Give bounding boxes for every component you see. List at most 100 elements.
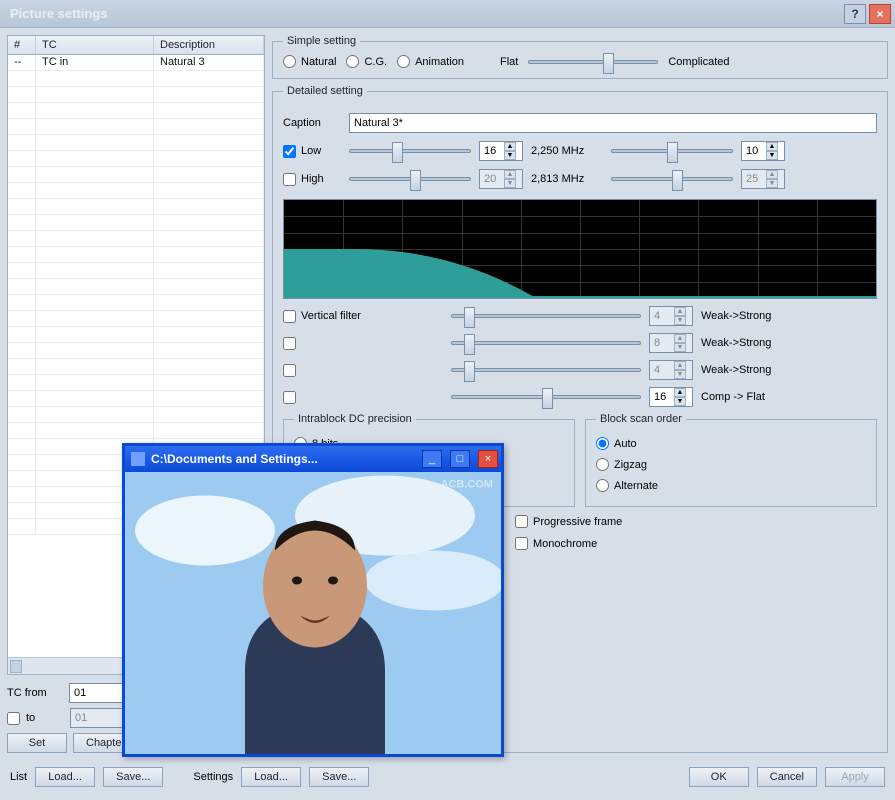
- radio-cg[interactable]: C.G.: [346, 55, 387, 68]
- apply-button: Apply: [825, 767, 885, 787]
- col-header-num[interactable]: #: [8, 36, 36, 54]
- video-preview-window[interactable]: C:\Documents and Settings... _ □ × ACB.C…: [122, 443, 504, 757]
- table-row[interactable]: [8, 391, 264, 407]
- opt-opt4-spin[interactable]: 16▲▼: [649, 387, 693, 407]
- opt-dither-checkbox[interactable]: [283, 337, 443, 350]
- radio-zigzag[interactable]: Zigzag: [596, 458, 866, 471]
- low-slider2[interactable]: [611, 149, 733, 153]
- simple-setting-group: Simple setting Natural C.G. Animation Fl…: [272, 35, 888, 79]
- table-row[interactable]: [8, 327, 264, 343]
- radio-auto[interactable]: Auto: [596, 437, 866, 450]
- opt-dither-slider[interactable]: [451, 341, 641, 345]
- opt-opt3-spin: 4▲▼: [649, 360, 693, 380]
- col-header-desc[interactable]: Description: [154, 36, 264, 54]
- low-spin1[interactable]: 16▲▼: [479, 141, 523, 161]
- table-row[interactable]: [8, 135, 264, 151]
- opt-opt4-checkbox[interactable]: [283, 391, 443, 404]
- radio-alternate[interactable]: Alternate: [596, 479, 866, 492]
- table-row[interactable]: [8, 375, 264, 391]
- list-load-button[interactable]: Load...: [35, 767, 95, 787]
- tc-from-label: TC from: [7, 687, 63, 699]
- video-maximize-button[interactable]: □: [450, 450, 470, 468]
- video-frame: ACB.COM: [125, 472, 501, 754]
- table-row[interactable]: [8, 71, 264, 87]
- window-title: Picture settings: [10, 6, 841, 21]
- video-title-bar[interactable]: C:\Documents and Settings... _ □ ×: [125, 446, 501, 472]
- radio-natural[interactable]: Natural: [283, 55, 336, 68]
- simple-legend: Simple setting: [283, 35, 360, 47]
- opt-vfilter-slider[interactable]: [451, 314, 641, 318]
- low-spin2[interactable]: 10▲▼: [741, 141, 785, 161]
- opt-opt3-desc: Weak->Strong: [701, 364, 816, 376]
- video-minimize-button[interactable]: _: [422, 450, 442, 468]
- frequency-graph: [283, 199, 877, 299]
- blockscan-group: Block scan order Auto Zigzag Alternate: [585, 413, 877, 507]
- high-slider2: [611, 177, 733, 181]
- caption-input[interactable]: [349, 113, 877, 133]
- table-row[interactable]: [8, 167, 264, 183]
- opt-vfilter-checkbox[interactable]: Vertical filter: [283, 310, 443, 323]
- table-row[interactable]: [8, 359, 264, 375]
- list-save-button[interactable]: Save...: [103, 767, 163, 787]
- high-spin2: 25▲▼: [741, 169, 785, 189]
- high-checkbox[interactable]: High: [283, 173, 341, 186]
- complicated-label: Complicated: [668, 56, 729, 68]
- ok-button[interactable]: OK: [689, 767, 749, 787]
- simple-slider[interactable]: [528, 60, 658, 64]
- high-freq: 2,813 MHz: [531, 173, 603, 185]
- table-row[interactable]: [8, 295, 264, 311]
- table-row[interactable]: [8, 311, 264, 327]
- low-slider1[interactable]: [349, 149, 471, 153]
- opt-vfilter-spin: 4▲▼: [649, 306, 693, 326]
- help-button[interactable]: ?: [844, 4, 866, 24]
- table-row[interactable]: [8, 215, 264, 231]
- settings-label: Settings: [193, 771, 233, 783]
- radio-animation[interactable]: Animation: [397, 55, 464, 68]
- high-slider1: [349, 177, 471, 181]
- progressive-checkbox[interactable]: Progressive frame: [515, 515, 622, 528]
- table-row[interactable]: [8, 407, 264, 423]
- set-button[interactable]: Set: [7, 733, 67, 753]
- close-button[interactable]: ×: [869, 4, 891, 24]
- table-row[interactable]: [8, 231, 264, 247]
- table-row[interactable]: [8, 423, 264, 439]
- flat-label: Flat: [500, 56, 518, 68]
- list-label: List: [10, 771, 27, 783]
- opt-dither-desc: Weak->Strong: [701, 337, 816, 349]
- video-window-title: C:\Documents and Settings...: [151, 452, 414, 466]
- opt-opt3-checkbox[interactable]: [283, 364, 443, 377]
- table-row[interactable]: [8, 279, 264, 295]
- tc-to-label: to: [26, 712, 64, 724]
- opt-opt4-desc: Comp -> Flat: [701, 391, 816, 403]
- table-row[interactable]: [8, 103, 264, 119]
- title-bar: Picture settings ? ×: [0, 0, 895, 28]
- settings-save-button[interactable]: Save...: [309, 767, 369, 787]
- video-close-button[interactable]: ×: [478, 450, 498, 468]
- opt-opt4-slider[interactable]: [451, 395, 641, 399]
- svg-text:ACB.COM: ACB.COM: [440, 479, 493, 491]
- table-row[interactable]: [8, 119, 264, 135]
- low-freq: 2,250 MHz: [531, 145, 603, 157]
- table-row[interactable]: [8, 151, 264, 167]
- settings-load-button[interactable]: Load...: [241, 767, 301, 787]
- table-row[interactable]: [8, 183, 264, 199]
- monochrome-checkbox[interactable]: Monochrome: [515, 537, 597, 550]
- video-icon: [131, 452, 145, 466]
- opt-opt3-slider[interactable]: [451, 368, 641, 372]
- high-spin1: 20▲▼: [479, 169, 523, 189]
- opt-dither-spin: 8▲▼: [649, 333, 693, 353]
- bottom-bar: List Load... Save... Settings Load... Sa…: [0, 760, 895, 793]
- table-row[interactable]: [8, 199, 264, 215]
- detailed-legend: Detailed setting: [283, 85, 367, 97]
- table-row[interactable]: [8, 343, 264, 359]
- tc-to-checkbox[interactable]: [7, 712, 20, 725]
- cancel-button[interactable]: Cancel: [757, 767, 817, 787]
- table-row[interactable]: [8, 247, 264, 263]
- table-row[interactable]: [8, 87, 264, 103]
- low-checkbox[interactable]: Low: [283, 145, 341, 158]
- col-header-tc[interactable]: TC: [36, 36, 154, 54]
- table-row[interactable]: --TC inNatural 3: [8, 55, 264, 71]
- table-row[interactable]: [8, 263, 264, 279]
- caption-label: Caption: [283, 117, 341, 129]
- opt-vfilter-desc: Weak->Strong: [701, 310, 816, 322]
